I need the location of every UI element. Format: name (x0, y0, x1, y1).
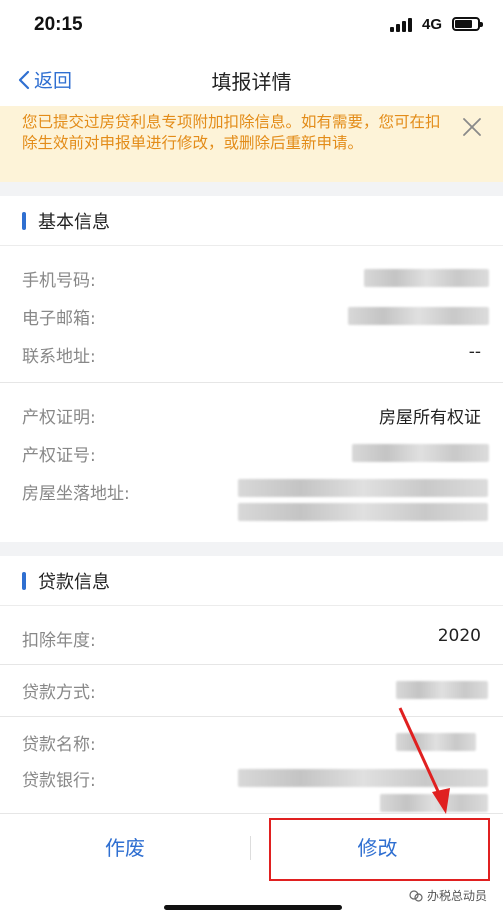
method-redacted (396, 681, 488, 699)
bank-label: 贷款银行: (22, 771, 96, 791)
status-time: 20:15 (34, 14, 83, 35)
signal-icon (390, 18, 414, 32)
phone-label: 手机号码: (22, 271, 96, 291)
row-phone: 手机号码: (0, 262, 503, 292)
year-value: 2020 (437, 626, 481, 646)
wechat-icon (409, 889, 423, 902)
watermark: 办税总动员 (409, 887, 487, 904)
loan-name-label: 贷款名称: (22, 735, 96, 755)
location-redacted-line2 (238, 503, 488, 521)
row-email: 电子邮箱: (0, 300, 503, 330)
network-type: 4G (422, 16, 443, 33)
section-title-basic: 基本信息 (38, 211, 110, 233)
annotation-arrow (398, 707, 450, 814)
address-label: 联系地址: (22, 347, 96, 367)
divider (0, 664, 503, 665)
address-value: -- (468, 342, 481, 362)
cert-value: 房屋所有权证 (379, 408, 481, 428)
basic-info-card: 基本信息 手机号码: 电子邮箱: 联系地址: -- (0, 196, 503, 382)
close-icon[interactable] (461, 116, 483, 138)
void-button[interactable]: 作废 (0, 832, 250, 862)
location-label: 房屋坐落地址: (22, 484, 130, 504)
nav-bar: 返回 填报详情 (0, 50, 503, 106)
year-label: 扣除年度: (22, 631, 96, 651)
email-label: 电子邮箱: (22, 309, 96, 329)
email-value-redacted (348, 307, 489, 325)
row-location: 房屋坐落地址: (0, 475, 503, 525)
row-cert: 产权证明: 房屋所有权证 (0, 399, 503, 429)
row-address: 联系地址: -- (0, 338, 503, 368)
phone-value-redacted (364, 269, 489, 287)
section-title-loan: 贷款信息 (38, 571, 110, 593)
method-label: 贷款方式: (22, 683, 96, 703)
battery-icon (452, 17, 483, 31)
section-header-basic: 基本信息 (0, 196, 503, 246)
home-indicator (164, 905, 342, 910)
location-redacted-line1 (238, 479, 488, 497)
row-year: 扣除年度: 2020 (0, 622, 503, 652)
cert-no-label: 产权证号: (22, 446, 96, 466)
section-marker (22, 571, 26, 590)
status-bar: 20:15 4G (0, 0, 503, 50)
page-title: 填报详情 (211, 70, 292, 94)
section-marker (22, 211, 26, 230)
cert-label: 产权证明: (22, 408, 96, 428)
property-card: 产权证明: 房屋所有权证 产权证号: 房屋坐落地址: (0, 382, 503, 542)
button-separator (250, 836, 251, 860)
notice-banner: 您已提交过房贷利息专项附加扣除信息。如有需要，您可在扣除生效前对申报单进行修改，… (0, 106, 503, 182)
row-cert-no: 产权证号: (0, 437, 503, 467)
notice-text: 您已提交过房贷利息专项附加扣除信息。如有需要，您可在扣除生效前对申报单进行修改，… (22, 113, 441, 152)
watermark-text: 办税总动员 (426, 889, 487, 903)
section-header-loan: 贷款信息 (0, 556, 503, 606)
highlight-box (269, 818, 490, 881)
cert-no-redacted (352, 444, 489, 462)
